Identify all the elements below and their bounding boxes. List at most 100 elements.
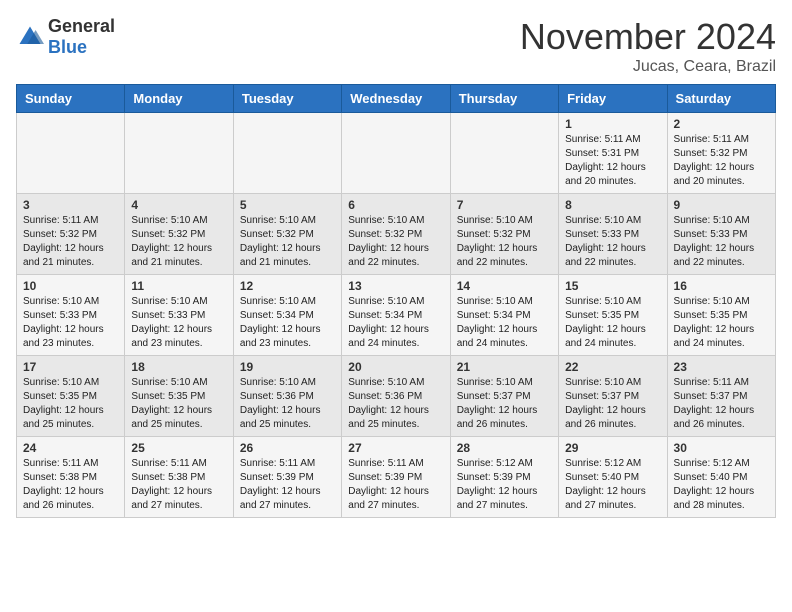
col-header-tuesday: Tuesday [233, 85, 341, 113]
day-number: 5 [240, 198, 335, 212]
logo-icon [16, 23, 44, 51]
day-info: Sunrise: 5:10 AM Sunset: 5:34 PM Dayligh… [240, 295, 335, 351]
day-number: 29 [565, 441, 660, 455]
day-number: 19 [240, 360, 335, 374]
month-title: November 2024 [520, 16, 776, 58]
col-header-monday: Monday [125, 85, 233, 113]
calendar-cell: 22 Sunrise: 5:10 AM Sunset: 5:37 PM Dayli… [559, 356, 667, 437]
calendar-cell: 15 Sunrise: 5:10 AM Sunset: 5:35 PM Dayli… [559, 275, 667, 356]
day-info: Sunrise: 5:10 AM Sunset: 5:33 PM Dayligh… [565, 214, 660, 270]
day-number: 26 [240, 441, 335, 455]
day-info: Sunrise: 5:12 AM Sunset: 5:40 PM Dayligh… [565, 457, 660, 513]
page-header: General Blue November 2024 Jucas, Ceara,… [16, 16, 776, 76]
day-info: Sunrise: 5:10 AM Sunset: 5:36 PM Dayligh… [348, 376, 443, 432]
day-number: 11 [131, 279, 226, 293]
day-info: Sunrise: 5:11 AM Sunset: 5:39 PM Dayligh… [240, 457, 335, 513]
calendar-cell: 29 Sunrise: 5:12 AM Sunset: 5:40 PM Dayli… [559, 437, 667, 518]
col-header-sunday: Sunday [17, 85, 125, 113]
calendar-cell: 4 Sunrise: 5:10 AM Sunset: 5:32 PM Daylig… [125, 194, 233, 275]
calendar-cell: 30 Sunrise: 5:12 AM Sunset: 5:40 PM Dayli… [667, 437, 775, 518]
calendar-cell: 16 Sunrise: 5:10 AM Sunset: 5:35 PM Dayli… [667, 275, 775, 356]
col-header-thursday: Thursday [450, 85, 558, 113]
logo-text: General Blue [48, 16, 115, 58]
day-number: 18 [131, 360, 226, 374]
day-info: Sunrise: 5:10 AM Sunset: 5:34 PM Dayligh… [457, 295, 552, 351]
calendar-cell: 3Sunrise: 5:11 AM Sunset: 5:32 PM Daylig… [17, 194, 125, 275]
day-info: Sunrise: 5:10 AM Sunset: 5:34 PM Dayligh… [348, 295, 443, 351]
day-info: Sunrise: 5:10 AM Sunset: 5:32 PM Dayligh… [240, 214, 335, 270]
day-info: Sunrise: 5:10 AM Sunset: 5:36 PM Dayligh… [240, 376, 335, 432]
day-info: Sunrise: 5:11 AM Sunset: 5:39 PM Dayligh… [348, 457, 443, 513]
calendar-week-1: 1 Sunrise: 5:11 AM Sunset: 5:31 PM Daylig… [17, 113, 776, 194]
day-info: Sunrise: 5:10 AM Sunset: 5:33 PM Dayligh… [23, 295, 118, 351]
title-block: November 2024 Jucas, Ceara, Brazil [520, 16, 776, 76]
calendar-cell: 20Sunrise: 5:10 AM Sunset: 5:36 PM Dayli… [342, 356, 450, 437]
day-number: 2 [674, 117, 769, 131]
calendar-table: SundayMondayTuesdayWednesdayThursdayFrid… [16, 84, 776, 518]
day-info: Sunrise: 5:10 AM Sunset: 5:35 PM Dayligh… [131, 376, 226, 432]
day-info: Sunrise: 5:10 AM Sunset: 5:32 PM Dayligh… [348, 214, 443, 270]
calendar-cell: 24Sunrise: 5:11 AM Sunset: 5:38 PM Dayli… [17, 437, 125, 518]
day-number: 6 [348, 198, 443, 212]
calendar-cell: 8 Sunrise: 5:10 AM Sunset: 5:33 PM Daylig… [559, 194, 667, 275]
calendar-cell: 19 Sunrise: 5:10 AM Sunset: 5:36 PM Dayli… [233, 356, 341, 437]
day-info: Sunrise: 5:10 AM Sunset: 5:35 PM Dayligh… [23, 376, 118, 432]
day-info: Sunrise: 5:10 AM Sunset: 5:37 PM Dayligh… [457, 376, 552, 432]
day-number: 7 [457, 198, 552, 212]
day-number: 30 [674, 441, 769, 455]
calendar-cell: 18 Sunrise: 5:10 AM Sunset: 5:35 PM Dayli… [125, 356, 233, 437]
calendar-cell: 26 Sunrise: 5:11 AM Sunset: 5:39 PM Dayli… [233, 437, 341, 518]
day-info: Sunrise: 5:12 AM Sunset: 5:40 PM Dayligh… [674, 457, 769, 513]
calendar-cell: 1 Sunrise: 5:11 AM Sunset: 5:31 PM Daylig… [559, 113, 667, 194]
calendar-cell: 27Sunrise: 5:11 AM Sunset: 5:39 PM Dayli… [342, 437, 450, 518]
calendar-cell [17, 113, 125, 194]
calendar-week-5: 24 Sunrise: 5:11 AM Sunset: 5:38 PM Dayli… [17, 437, 776, 518]
calendar-cell [233, 113, 341, 194]
calendar-cell: 6 Sunrise: 5:10 AM Sunset: 5:32 PM Daylig… [342, 194, 450, 275]
day-info: Sunrise: 5:10 AM Sunset: 5:32 PM Dayligh… [457, 214, 552, 270]
day-info: Sunrise: 5:12 AM Sunset: 5:39 PM Dayligh… [457, 457, 552, 513]
calendar-week-3: 10 Sunrise: 5:10 AM Sunset: 5:33 PM Dayli… [17, 275, 776, 356]
day-number: 8 [565, 198, 660, 212]
calendar-cell [450, 113, 558, 194]
calendar-cell: 14Sunrise: 5:10 AM Sunset: 5:34 PM Dayli… [450, 275, 558, 356]
day-number: 9 [674, 198, 769, 212]
calendar-cell: 9Sunrise: 5:10 AM Sunset: 5:33 PM Daylig… [667, 194, 775, 275]
calendar-cell: 25Sunrise: 5:11 AM Sunset: 5:38 PM Dayli… [125, 437, 233, 518]
day-info: Sunrise: 5:10 AM Sunset: 5:35 PM Dayligh… [565, 295, 660, 351]
day-info: Sunrise: 5:11 AM Sunset: 5:31 PM Dayligh… [565, 133, 660, 189]
calendar-cell [342, 113, 450, 194]
col-header-friday: Friday [559, 85, 667, 113]
day-number: 22 [565, 360, 660, 374]
day-info: Sunrise: 5:11 AM Sunset: 5:32 PM Dayligh… [674, 133, 769, 189]
calendar-cell: 28 Sunrise: 5:12 AM Sunset: 5:39 PM Dayli… [450, 437, 558, 518]
calendar-cell: 2 Sunrise: 5:11 AM Sunset: 5:32 PM Daylig… [667, 113, 775, 194]
day-number: 1 [565, 117, 660, 131]
day-number: 28 [457, 441, 552, 455]
day-number: 16 [674, 279, 769, 293]
calendar-cell: 17Sunrise: 5:10 AM Sunset: 5:35 PM Dayli… [17, 356, 125, 437]
calendar-cell: 7 Sunrise: 5:10 AM Sunset: 5:32 PM Daylig… [450, 194, 558, 275]
day-info: Sunrise: 5:10 AM Sunset: 5:37 PM Dayligh… [565, 376, 660, 432]
day-number: 15 [565, 279, 660, 293]
day-number: 21 [457, 360, 552, 374]
calendar-cell: 12 Sunrise: 5:10 AM Sunset: 5:34 PM Dayli… [233, 275, 341, 356]
day-info: Sunrise: 5:11 AM Sunset: 5:37 PM Dayligh… [674, 376, 769, 432]
calendar-week-4: 17Sunrise: 5:10 AM Sunset: 5:35 PM Dayli… [17, 356, 776, 437]
day-info: Sunrise: 5:11 AM Sunset: 5:38 PM Dayligh… [131, 457, 226, 513]
logo: General Blue [16, 16, 115, 58]
day-number: 24 [23, 441, 118, 455]
calendar-cell [125, 113, 233, 194]
day-number: 4 [131, 198, 226, 212]
day-info: Sunrise: 5:10 AM Sunset: 5:32 PM Dayligh… [131, 214, 226, 270]
day-number: 10 [23, 279, 118, 293]
day-number: 13 [348, 279, 443, 293]
calendar-cell: 11Sunrise: 5:10 AM Sunset: 5:33 PM Dayli… [125, 275, 233, 356]
calendar-cell: 13 Sunrise: 5:10 AM Sunset: 5:34 PM Dayli… [342, 275, 450, 356]
day-info: Sunrise: 5:11 AM Sunset: 5:32 PM Dayligh… [23, 214, 118, 270]
day-number: 12 [240, 279, 335, 293]
day-info: Sunrise: 5:10 AM Sunset: 5:35 PM Dayligh… [674, 295, 769, 351]
location-title: Jucas, Ceara, Brazil [520, 58, 776, 76]
col-header-saturday: Saturday [667, 85, 775, 113]
calendar-cell: 5 Sunrise: 5:10 AM Sunset: 5:32 PM Daylig… [233, 194, 341, 275]
